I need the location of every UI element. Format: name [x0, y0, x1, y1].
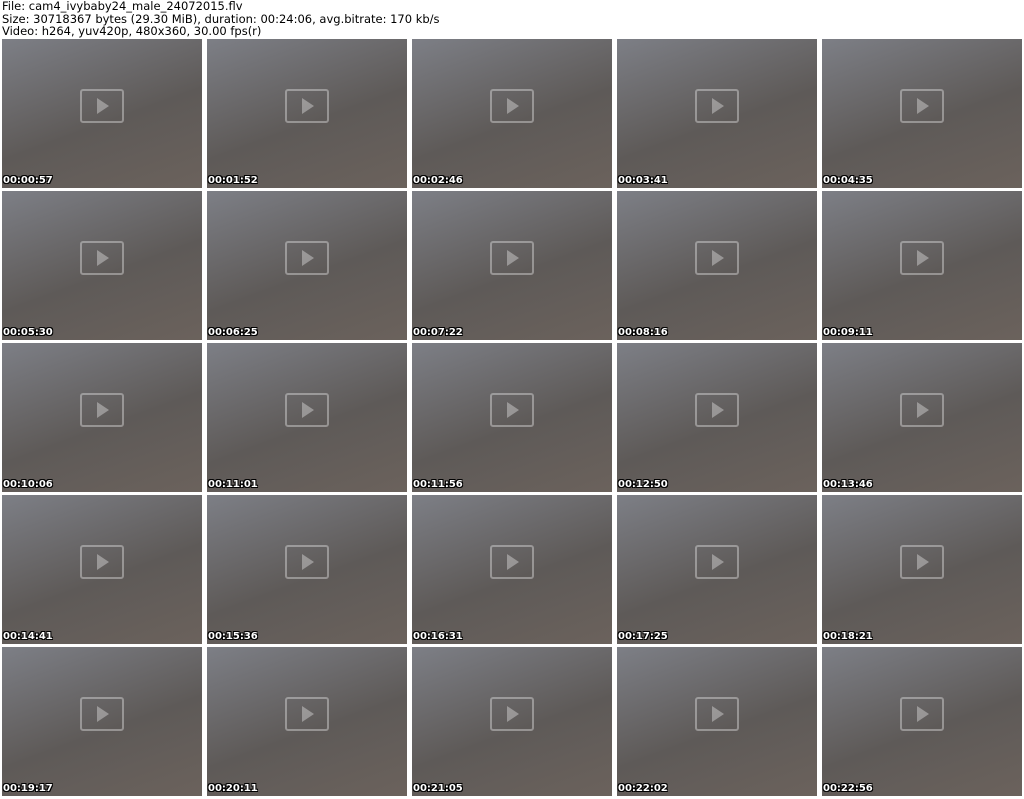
- thumbnail-timestamp: 00:05:30: [3, 327, 53, 338]
- thumbnail-timestamp: 00:11:01: [208, 479, 258, 490]
- thumbnail-timestamp: 00:08:16: [618, 327, 668, 338]
- video-thumbnail: 00:18:21: [822, 495, 1022, 644]
- video-thumbnail: 00:22:56: [822, 647, 1022, 796]
- video-thumbnail: 00:11:01: [207, 343, 407, 492]
- video-thumbnail: 00:22:02: [617, 647, 817, 796]
- thumbnail-timestamp: 00:00:57: [3, 175, 53, 186]
- video-frame-placeholder-icon: [695, 697, 739, 732]
- thumbnail-timestamp: 00:14:41: [3, 631, 53, 642]
- video-frame-placeholder-icon: [490, 697, 534, 732]
- video-frame-placeholder-icon: [80, 697, 124, 732]
- video-thumbnail: 00:11:56: [412, 343, 612, 492]
- video-thumbnail: 00:12:50: [617, 343, 817, 492]
- video-thumbnail: 00:16:31: [412, 495, 612, 644]
- video-frame-placeholder-icon: [695, 241, 739, 276]
- thumbnail-timestamp: 00:12:50: [618, 479, 668, 490]
- video-thumbnail: 00:00:57: [2, 39, 202, 188]
- video-thumbnail: 00:19:17: [2, 647, 202, 796]
- thumbnail-timestamp: 00:11:56: [413, 479, 463, 490]
- video-frame-placeholder-icon: [490, 545, 534, 580]
- video-frame-placeholder-icon: [900, 697, 944, 732]
- thumbnail-timestamp: 00:18:21: [823, 631, 873, 642]
- thumbnail-timestamp: 00:15:36: [208, 631, 258, 642]
- thumbnail-timestamp: 00:02:46: [413, 175, 463, 186]
- video-thumbnail: 00:05:30: [2, 191, 202, 340]
- thumbnail-timestamp: 00:22:56: [823, 783, 873, 794]
- video-frame-placeholder-icon: [900, 393, 944, 428]
- video-thumbnail: 00:03:41: [617, 39, 817, 188]
- video-thumbnail: 00:20:11: [207, 647, 407, 796]
- video-thumbnail: 00:07:22: [412, 191, 612, 340]
- video-frame-placeholder-icon: [285, 545, 329, 580]
- thumbnail-timestamp: 00:20:11: [208, 783, 258, 794]
- video-info: Video: h264, yuv420p, 480x360, 30.00 fps…: [2, 24, 262, 38]
- video-frame-placeholder-icon: [900, 89, 944, 124]
- thumbnail-timestamp: 00:21:05: [413, 783, 463, 794]
- video-frame-placeholder-icon: [490, 89, 534, 124]
- thumbnail-grid: 00:00:57 00:01:52 00:02:46 00:03:41 00:04:35…: [2, 39, 1022, 796]
- thumbnail-timestamp: 00:01:52: [208, 175, 258, 186]
- thumbnail-timestamp: 00:04:35: [823, 175, 873, 186]
- video-thumbnail: 00:02:46: [412, 39, 612, 188]
- video-thumbnail: 00:04:35: [822, 39, 1022, 188]
- video-thumbnail: 00:09:11: [822, 191, 1022, 340]
- video-frame-placeholder-icon: [285, 241, 329, 276]
- video-thumbnail: 00:17:25: [617, 495, 817, 644]
- video-frame-placeholder-icon: [695, 393, 739, 428]
- video-frame-placeholder-icon: [285, 89, 329, 124]
- video-frame-placeholder-icon: [490, 241, 534, 276]
- thumbnail-timestamp: 00:03:41: [618, 175, 668, 186]
- video-frame-placeholder-icon: [80, 393, 124, 428]
- video-thumbnail: 00:10:06: [2, 343, 202, 492]
- thumbnail-timestamp: 00:10:06: [3, 479, 53, 490]
- thumbnail-timestamp: 00:16:31: [413, 631, 463, 642]
- video-frame-placeholder-icon: [900, 241, 944, 276]
- video-thumbnail: 00:14:41: [2, 495, 202, 644]
- video-thumbnail: 00:21:05: [412, 647, 612, 796]
- video-frame-placeholder-icon: [695, 89, 739, 124]
- thumbnail-timestamp: 00:09:11: [823, 327, 873, 338]
- video-frame-placeholder-icon: [285, 393, 329, 428]
- video-thumbnail: 00:15:36: [207, 495, 407, 644]
- file-name: File: cam4_ivybaby24_male_24072015.flv: [2, 0, 243, 13]
- video-thumbnail: 00:01:52: [207, 39, 407, 188]
- video-frame-placeholder-icon: [900, 545, 944, 580]
- video-frame-placeholder-icon: [285, 697, 329, 732]
- video-thumbnail: 00:08:16: [617, 191, 817, 340]
- video-frame-placeholder-icon: [695, 545, 739, 580]
- video-thumbnail: 00:13:46: [822, 343, 1022, 492]
- thumbnail-timestamp: 00:07:22: [413, 327, 463, 338]
- file-info-header: File: cam4_ivybaby24_male_24072015.flv S…: [2, 0, 440, 38]
- thumbnail-timestamp: 00:22:02: [618, 783, 668, 794]
- thumbnail-timestamp: 00:19:17: [3, 783, 53, 794]
- video-thumbnail: 00:06:25: [207, 191, 407, 340]
- video-frame-placeholder-icon: [80, 241, 124, 276]
- thumbnail-timestamp: 00:13:46: [823, 479, 873, 490]
- thumbnail-timestamp: 00:06:25: [208, 327, 258, 338]
- video-frame-placeholder-icon: [80, 89, 124, 124]
- video-frame-placeholder-icon: [490, 393, 534, 428]
- thumbnail-timestamp: 00:17:25: [618, 631, 668, 642]
- video-frame-placeholder-icon: [80, 545, 124, 580]
